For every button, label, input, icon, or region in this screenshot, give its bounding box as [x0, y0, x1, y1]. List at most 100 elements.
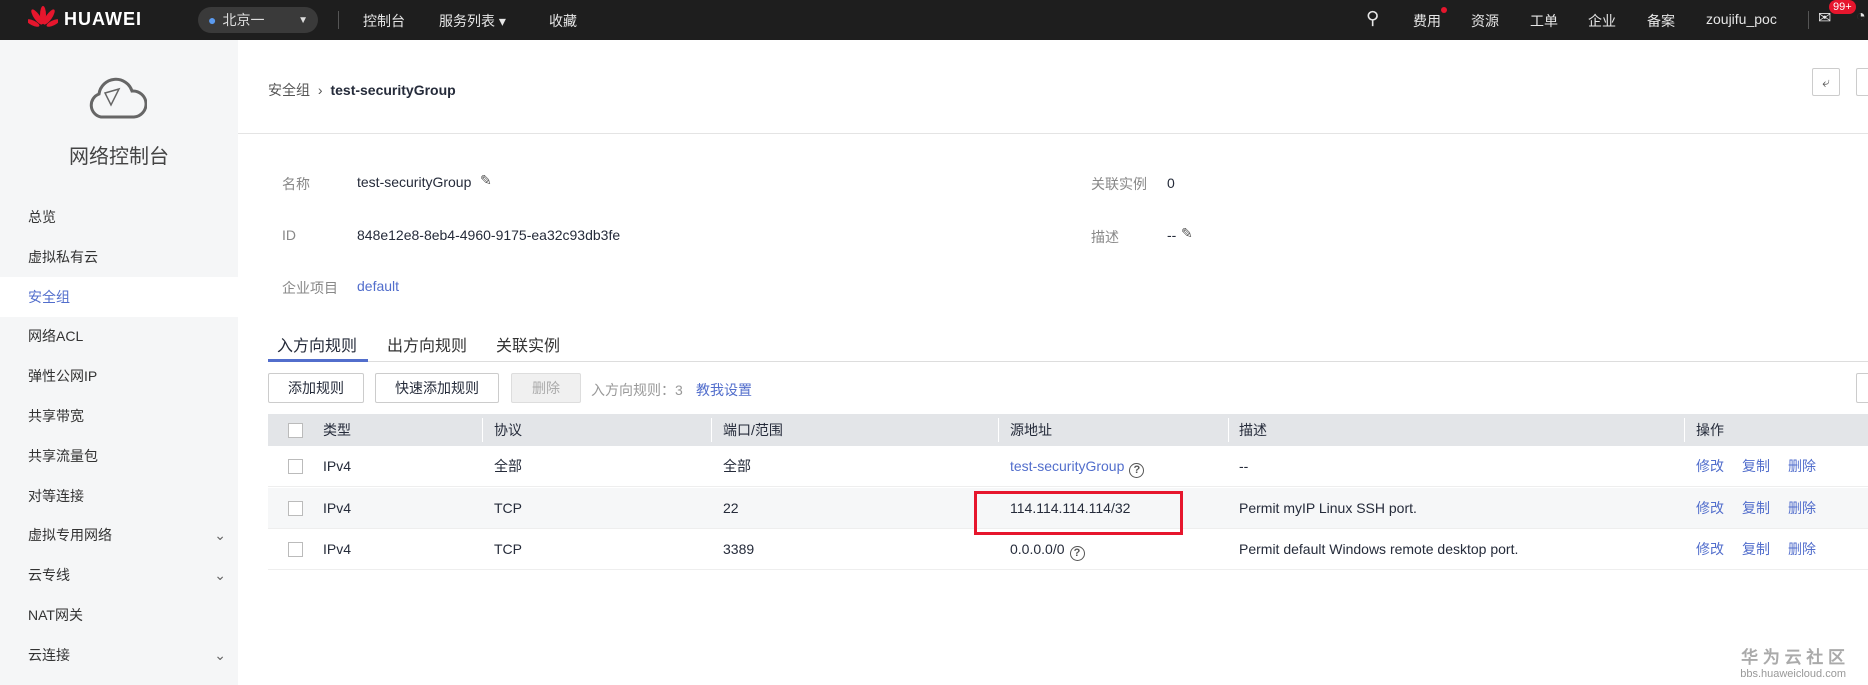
col-actions: 操作	[1696, 422, 1724, 438]
watermark-url: bbs.huaweicloud.com	[1740, 668, 1846, 680]
sidebar-item-label: 安全组	[28, 288, 70, 305]
edit-pencil-icon[interactable]: ✎	[1181, 225, 1193, 242]
huawei-flower-icon	[28, 6, 58, 27]
row-action-modify[interactable]: 修改	[1696, 500, 1724, 516]
tab-associated-instances[interactable]: 关联实例	[496, 332, 560, 356]
col-source: 源地址	[1010, 422, 1052, 438]
quick-add-rule-button[interactable]: 快速添加规则	[375, 373, 499, 403]
sidebar: 网络控制台 总览 虚拟私有云 安全组 网络ACL 弹性公网IP 共享带宽 共享流量包 对等连接…	[0, 40, 238, 685]
top-navbar: HUAWEI ● 北京一 ▼ 控制台 服务列表 ▾ 收藏 ⚲ 费用 资源 工单 …	[0, 0, 1868, 40]
watermark-title: 华 为 云 社 区	[1741, 648, 1846, 667]
search-icon[interactable]: ⚲	[1366, 8, 1379, 29]
sidebar-item[interactable]: 网络ACL	[0, 316, 238, 356]
sidebar-item-label: 虚拟专用网络	[28, 527, 112, 544]
instances-value: 0	[1167, 175, 1175, 191]
instances-label: 关联实例	[1091, 176, 1147, 192]
tabs-divider	[268, 361, 1868, 362]
huawei-logo[interactable]: HUAWEI	[28, 6, 142, 32]
add-rule-button[interactable]: 添加规则	[268, 373, 364, 403]
user-menu[interactable]: zoujifu_poc	[1706, 11, 1777, 27]
row-checkbox[interactable]	[288, 500, 303, 516]
row-action-copy[interactable]: 复制	[1742, 500, 1770, 516]
select-all-checkbox[interactable]	[288, 423, 303, 438]
breadcrumb-current: test-securityGroup	[330, 82, 456, 98]
active-tab-indicator	[268, 359, 368, 362]
cell-protocol: 全部	[494, 458, 522, 474]
row-action-copy[interactable]: 复制	[1742, 458, 1770, 474]
divider	[338, 11, 339, 29]
nav-billing[interactable]: 费用	[1413, 11, 1441, 31]
nav-icp[interactable]: 备案	[1647, 11, 1675, 31]
nav-tickets[interactable]: 工单	[1530, 11, 1558, 31]
sidebar-item[interactable]: 对等连接	[0, 476, 238, 516]
sidebar-item[interactable]: 虚拟专用网络 ⌄	[0, 515, 238, 555]
cell-description: Permit myIP Linux SSH port.	[1239, 499, 1417, 516]
row-action-copy[interactable]: 复制	[1742, 541, 1770, 557]
nav-resources[interactable]: 资源	[1471, 11, 1499, 31]
help-circle-icon[interactable]: ?	[1129, 463, 1145, 478]
cell-port: 22	[723, 499, 739, 516]
cell-port: 全部	[723, 458, 751, 474]
sidebar-item[interactable]: 虚拟私有云	[0, 237, 238, 277]
row-action-delete[interactable]: 删除	[1788, 458, 1816, 474]
nav-console[interactable]: 控制台	[363, 11, 405, 31]
chevron-down-icon: ⌄	[214, 527, 226, 544]
refresh-icon[interactable]	[1856, 373, 1868, 403]
watermark: 华 为 云 社 区 bbs.huaweicloud.com	[1740, 643, 1846, 680]
nav-favorites[interactable]: 收藏	[549, 11, 577, 31]
sidebar-item[interactable]: 弹性公网IP	[0, 356, 238, 396]
cell-source[interactable]: test-securityGroup	[1010, 458, 1124, 474]
sidebar-item[interactable]: NAT网关	[0, 595, 238, 635]
row-checkbox[interactable]	[288, 542, 303, 557]
breadcrumb-parent[interactable]: 安全组	[268, 82, 310, 98]
header-divider	[238, 133, 1868, 134]
nav-service-list[interactable]: 服务列表 ▾	[439, 11, 506, 31]
sidebar-item-label: 弹性公网IP	[28, 368, 98, 385]
tab-inbound-rules[interactable]: 入方向规则	[277, 332, 357, 356]
tab-outbound-rules[interactable]: 出方向规则	[387, 332, 467, 356]
region-label: 北京一	[222, 12, 265, 28]
chevron-down-icon: ▼	[298, 14, 308, 26]
description-value: --	[1167, 227, 1177, 243]
sidebar-item-label: 共享流量包	[28, 447, 98, 464]
row-checkbox[interactable]	[288, 459, 303, 474]
table-header: 类型 协议 端口/范围 源地址 描述 操作	[268, 414, 1868, 446]
panel-icon[interactable]	[1856, 68, 1868, 96]
notification-dot	[1441, 7, 1447, 13]
sidebar-item-label: 虚拟私有云	[28, 248, 98, 265]
row-action-modify[interactable]: 修改	[1696, 458, 1724, 474]
sidebar-item-label: 共享带宽	[28, 408, 84, 424]
chevron-down-icon: ⌄	[214, 567, 226, 584]
cell-type: IPv4	[323, 499, 352, 516]
project-link[interactable]: default	[357, 278, 399, 294]
message-count-badge: 99+	[1829, 0, 1856, 14]
row-action-modify[interactable]: 修改	[1696, 541, 1724, 557]
sidebar-item[interactable]: 共享流量包	[0, 436, 238, 476]
region-selector[interactable]: ● 北京一 ▼	[198, 7, 318, 33]
breadcrumb: 安全组 › test-securityGroup	[268, 80, 456, 100]
export-icon[interactable]: ⤶	[1812, 68, 1840, 96]
edit-pencil-icon[interactable]: ✎	[480, 172, 492, 189]
cell-description: Permit default Windows remote desktop po…	[1239, 541, 1519, 557]
help-link[interactable]: 教我设置	[696, 380, 752, 400]
delete-button[interactable]: 删除	[511, 373, 581, 403]
name-label: 名称	[282, 176, 310, 192]
cell-protocol: TCP	[494, 499, 522, 516]
row-action-delete[interactable]: 删除	[1788, 500, 1816, 516]
col-port: 端口/范围	[723, 422, 783, 438]
cell-type: IPv4	[323, 541, 352, 557]
nav-enterprise[interactable]: 企业	[1588, 11, 1616, 31]
sidebar-item[interactable]: 云连接 ⌄	[0, 635, 238, 675]
help-icon[interactable]: ◔	[1856, 8, 1866, 26]
sidebar-item[interactable]: 安全组	[0, 276, 238, 317]
table-row: IPv4 全部 全部 test-securityGroup? -- 修改 复制 删除	[268, 446, 1868, 487]
name-value: test-securityGroup	[357, 174, 472, 190]
table-row: IPv4 TCP 3389 0.0.0.0/0? Permit default Wind…	[268, 529, 1868, 570]
sidebar-item[interactable]: 总览	[0, 197, 238, 237]
help-circle-icon[interactable]: ?	[1069, 546, 1085, 561]
cell-description: --	[1239, 458, 1249, 474]
cell-port: 3389	[723, 541, 755, 557]
sidebar-item[interactable]: 共享带宽	[0, 396, 238, 436]
sidebar-item[interactable]: 云专线 ⌄	[0, 555, 238, 595]
row-action-delete[interactable]: 删除	[1788, 541, 1816, 557]
